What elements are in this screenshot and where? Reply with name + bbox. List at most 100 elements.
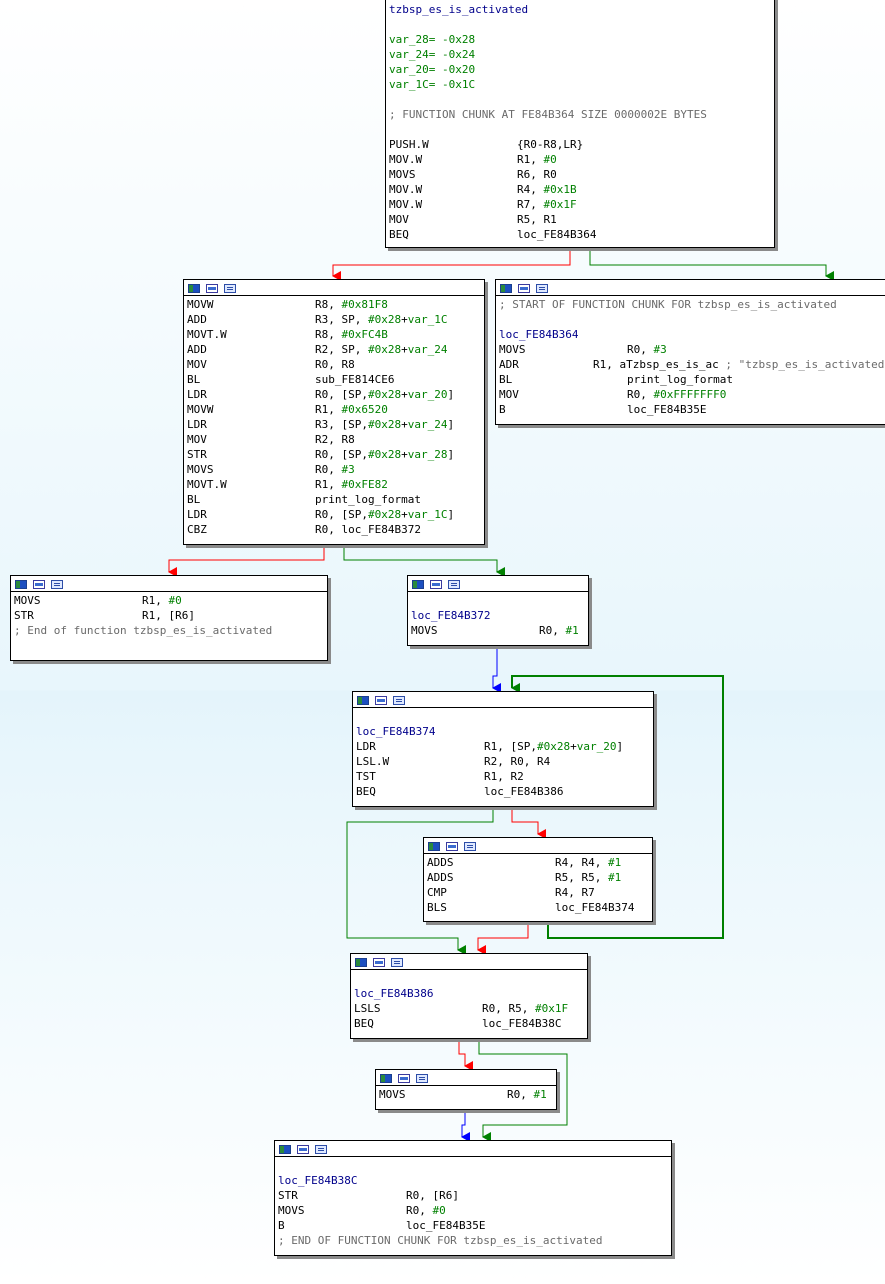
asm-line[interactable]: BL print_log_format (499, 372, 885, 387)
graph-color-icon[interactable] (357, 696, 369, 705)
xrefs-icon[interactable] (51, 580, 63, 589)
asm-line[interactable]: CBZ R0, loc_FE84B372 (187, 522, 481, 537)
rename-icon[interactable] (446, 842, 458, 851)
asm-line[interactable]: BLS loc_FE84B374 (427, 900, 649, 915)
asm-line[interactable]: MOV R0, R8 (187, 357, 481, 372)
operands: R1, [SP,#0x28+var_20] (484, 740, 624, 753)
asm-line[interactable]: MOVT.W R8, #0xFC4B (187, 327, 481, 342)
xrefs-icon[interactable] (464, 842, 476, 851)
asm-line[interactable]: MOVS R0, #3 (187, 462, 481, 477)
asm-line[interactable]: LDR R0, [SP,#0x28+var_1C] (187, 507, 481, 522)
asm-line[interactable]: MOV R5, R1 (389, 212, 771, 227)
graph-color-icon[interactable] (188, 284, 200, 293)
asm-line[interactable]: BEQ loc_FE84B38C (354, 1016, 584, 1031)
graph-color-icon[interactable] (279, 1145, 291, 1154)
xrefs-icon[interactable] (315, 1145, 327, 1154)
asm-line[interactable]: ADD R3, SP, #0x28+var_1C (187, 312, 481, 327)
asm-line[interactable]: BL print_log_format (187, 492, 481, 507)
block-clear-result[interactable]: MOVS R1, #0 STR R1, [R6] ; End of function t… (10, 575, 328, 661)
xrefs-icon[interactable] (224, 284, 236, 293)
asm-line[interactable]: MOVS R0, #1 (411, 623, 585, 638)
asm-line[interactable]: var_24 = -0x24 (389, 47, 771, 62)
asm-line[interactable]: MOVS R0, #0 (278, 1203, 668, 1218)
block-loop-increment[interactable]: ADDS R4, R4, #1 ADDS R5, R5, #1 CMP R4, R7 BLS… (423, 837, 653, 922)
graph-color-icon[interactable] (428, 842, 440, 851)
asm-line[interactable]: BEQ loc_FE84B386 (356, 784, 650, 799)
asm-line[interactable]: loc_FE84B364 (499, 327, 885, 342)
asm-line[interactable]: Bloc_FE84B35E (278, 1218, 668, 1233)
asm-line[interactable]: loc_FE84B372 (411, 608, 585, 623)
asm-line[interactable]: MOV R2, R8 (187, 432, 481, 447)
asm-line[interactable]: loc_FE84B38C (278, 1173, 668, 1188)
asm-line[interactable]: ; END OF FUNCTION CHUNK FOR tzbsp_es_is_… (278, 1233, 668, 1248)
block-set-r0-one[interactable]: MOVS R0, #1 (375, 1069, 557, 1110)
asm-line[interactable]: BL sub_FE814CE6 (187, 372, 481, 387)
asm-line[interactable]: ADR R1, aTzbsp_es_is_ac ; "tzbsp_es_is_ac… (499, 357, 885, 372)
asm-line[interactable]: TST R1, R2 (356, 769, 650, 784)
rename-icon[interactable] (373, 958, 385, 967)
asm-line[interactable]: MOV.W R4, #0x1B (389, 182, 771, 197)
asm-line[interactable]: MOVW R8, #0x81F8 (187, 297, 481, 312)
rename-icon[interactable] (398, 1074, 410, 1083)
block-loc-fe84b38c[interactable]: loc_FE84B38C STR R0, [R6] MOVS R0, #0 Bloc_FE… (274, 1140, 672, 1256)
mnemonic: MOVW (187, 298, 214, 311)
asm-line[interactable]: Bloc_FE84B35E (499, 402, 885, 417)
asm-line[interactable]: var_28 = -0x28 (389, 32, 771, 47)
block-chunk-loc-fe84b364[interactable]: ; START OF FUNCTION CHUNK FOR tzbsp_es_i… (495, 279, 885, 425)
asm-line[interactable]: MOVS R6, R0 (389, 167, 771, 182)
asm-line[interactable]: CMP R4, R7 (427, 885, 649, 900)
asm-line[interactable]: BEQ loc_FE84B364 (389, 227, 771, 242)
block-loc-fe84b386[interactable]: loc_FE84B386 LSLS R0, R5, #0x1F BEQ loc_FE84… (350, 953, 588, 1039)
asm-line[interactable]: var_1C = -0x1C (389, 77, 771, 92)
asm-line[interactable]: tzbsp_es_is_activated (389, 2, 771, 17)
asm-line[interactable]: MOVS R0, #1 (379, 1087, 553, 1102)
asm-line[interactable]: STR R1, [R6] (14, 608, 324, 623)
asm-line[interactable]: LSL.W R2, R0, R4 (356, 754, 650, 769)
mnemonic: BLS (427, 901, 447, 914)
asm-line[interactable]: LDR R0, [SP,#0x28+var_20] (187, 387, 481, 402)
asm-line[interactable]: MOVT.W R1, #0xFE82 (187, 477, 481, 492)
asm-line[interactable]: ADDS R4, R4, #1 (427, 855, 649, 870)
asm-line[interactable]: MOVW R1, #0x6520 (187, 402, 481, 417)
xrefs-icon[interactable] (416, 1074, 428, 1083)
graph-color-icon[interactable] (412, 580, 424, 589)
asm-line[interactable]: STR R0, [R6] (278, 1188, 668, 1203)
block-loc-fe84b374[interactable]: loc_FE84B374 LDR R1, [SP,#0x28+var_20] LSL.… (352, 691, 654, 807)
asm-line[interactable]: STR R0, [SP,#0x28+var_28] (187, 447, 481, 462)
asm-line[interactable]: MOV.W R7, #0x1F (389, 197, 771, 212)
asm-line[interactable]: MOVS R0, #3 (499, 342, 885, 357)
xrefs-icon[interactable] (448, 580, 460, 589)
asm-line[interactable]: loc_FE84B386 (354, 986, 584, 1001)
graph-color-icon[interactable] (15, 580, 27, 589)
asm-line[interactable]: LSLS R0, R5, #0x1F (354, 1001, 584, 1016)
asm-line[interactable]: loc_FE84B374 (356, 724, 650, 739)
block-call-print-log[interactable]: MOVW R8, #0x81F8 ADD R3, SP, #0x28+var_1C MO… (183, 279, 485, 545)
rename-icon[interactable] (430, 580, 442, 589)
asm-line[interactable]: ; FUNCTION CHUNK AT FE84B364 SIZE 000000… (389, 107, 771, 122)
asm-line[interactable]: ADDS R5, R5, #1 (427, 870, 649, 885)
graph-color-icon[interactable] (380, 1074, 392, 1083)
xrefs-icon[interactable] (536, 284, 548, 293)
graph-color-icon[interactable] (355, 958, 367, 967)
rename-icon[interactable] (33, 580, 45, 589)
xrefs-icon[interactable] (391, 958, 403, 967)
asm-line[interactable]: ; START OF FUNCTION CHUNK FOR tzbsp_es_i… (499, 297, 885, 312)
asm-line[interactable]: var_20 = -0x20 (389, 62, 771, 77)
asm-line[interactable]: MOV R0, #0xFFFFFFF0 (499, 387, 885, 402)
asm-line[interactable]: MOVS R1, #0 (14, 593, 324, 608)
asm-line[interactable]: PUSH.W {R0-R8,LR} (389, 137, 771, 152)
rename-icon[interactable] (206, 284, 218, 293)
asm-line[interactable]: LDR R3, [SP,#0x28+var_24] (187, 417, 481, 432)
ida-graph-view[interactable]: tzbsp_es_is_activated var_28 = -0x28 var_24… (0, 0, 885, 1284)
graph-color-icon[interactable] (500, 284, 512, 293)
asm-line[interactable]: ADD R2, SP, #0x28+var_24 (187, 342, 481, 357)
rename-icon[interactable] (375, 696, 387, 705)
xrefs-icon[interactable] (393, 696, 405, 705)
asm-line[interactable]: ; End of function tzbsp_es_is_activated (14, 623, 324, 638)
block-function-entry[interactable]: tzbsp_es_is_activated var_28 = -0x28 var_24… (385, 0, 775, 248)
rename-icon[interactable] (518, 284, 530, 293)
rename-icon[interactable] (297, 1145, 309, 1154)
asm-line[interactable]: MOV.W R1, #0 (389, 152, 771, 167)
block-loc-fe84b372[interactable]: loc_FE84B372 MOVS R0, #1 (407, 575, 589, 646)
asm-line[interactable]: LDR R1, [SP,#0x28+var_20] (356, 739, 650, 754)
